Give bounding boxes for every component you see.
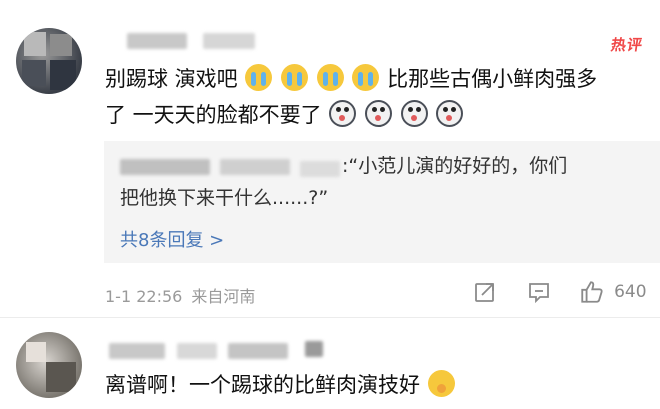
like-count: 640 — [614, 282, 647, 302]
view-replies-link[interactable]: 共8条回复 > — [120, 226, 224, 252]
divider — [0, 317, 660, 318]
thumbs-up-icon — [581, 281, 603, 303]
share-button[interactable] — [473, 280, 497, 304]
shush-emoji-icon — [427, 370, 455, 397]
comment-icon — [529, 283, 549, 304]
comment-location: 来自河南 — [191, 287, 256, 306]
comment-text: 离谱啊！一个踢球的比鲜肉演技好 — [105, 367, 655, 403]
crying-emoji-icon — [352, 64, 380, 91]
crying-emoji-icon — [281, 64, 309, 91]
crying-emoji-icon — [245, 64, 273, 91]
comment-time: 1-1 22:56 — [105, 287, 183, 306]
crying-emoji-icon — [316, 64, 344, 91]
shocked-emoji-icon — [436, 100, 464, 127]
reply-quote-line1: :“小范儿演的好好的，你们 — [342, 155, 568, 177]
avatar[interactable] — [16, 332, 82, 398]
shocked-emoji-icon — [365, 100, 393, 127]
comment-text: 别踢球 演戏吧 比那些古偶小鲜肉强多 了 一天天的脸都不要了 — [105, 61, 655, 133]
comment-meta: 1-1 22:56 来自河南 — [105, 283, 255, 307]
reply-preview[interactable]: :“小范儿演的好好的，你们 把他换下来干什么......?” 共8条回复 > — [104, 141, 660, 263]
avatar[interactable] — [16, 28, 82, 94]
hot-comment-badge: 热评 — [609, 36, 645, 54]
shocked-emoji-icon — [400, 100, 428, 127]
reply-quote-line2: 把他换下来干什么......?” — [120, 187, 329, 209]
shocked-emoji-icon — [329, 100, 357, 127]
comment-button[interactable] — [527, 280, 551, 304]
like-button[interactable]: 640 — [579, 279, 647, 305]
share-icon — [475, 283, 494, 302]
